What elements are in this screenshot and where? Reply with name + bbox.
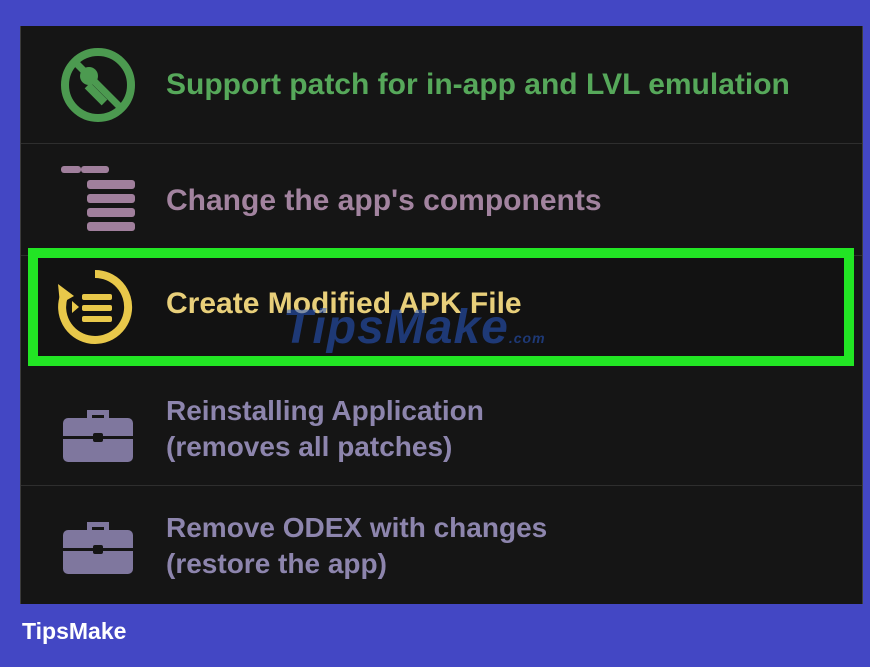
footer-brand: TipsMake: [22, 618, 127, 644]
menu-item-reinstall[interactable]: Reinstalling Application (removes all pa…: [21, 378, 862, 486]
menu-item-label: Support patch for in-app and LVL emulati…: [166, 68, 790, 101]
briefcase-icon: [63, 522, 133, 574]
menu-item-change-components[interactable]: Change the app's components: [21, 144, 862, 256]
menu-item-label: Reinstalling Application: [166, 395, 484, 426]
menu-item-label-block: Reinstalling Application (removes all pa…: [166, 393, 484, 465]
key-crossed-icon: [61, 48, 135, 122]
watermark-suffix: .com: [508, 330, 546, 346]
create-apk-icon: [58, 269, 133, 344]
menu-item-support-patch[interactable]: Support patch for in-app and LVL emulati…: [21, 26, 862, 144]
menu-item-remove-odex[interactable]: Remove ODEX with changes (restore the ap…: [21, 486, 862, 604]
menu-item-label: Change the app's components: [166, 184, 602, 217]
components-list-icon: [61, 166, 135, 231]
menu-item-label: Remove ODEX with changes: [166, 512, 548, 543]
watermark: TipsMake.com: [283, 300, 546, 355]
watermark-text: TipsMake: [283, 301, 509, 354]
menu-item-sublabel: (removes all patches): [166, 431, 453, 462]
briefcase-icon: [63, 410, 133, 462]
menu-item-sublabel: (restore the app): [166, 548, 387, 579]
menu-item-label-block: Remove ODEX with changes (restore the ap…: [166, 510, 547, 582]
